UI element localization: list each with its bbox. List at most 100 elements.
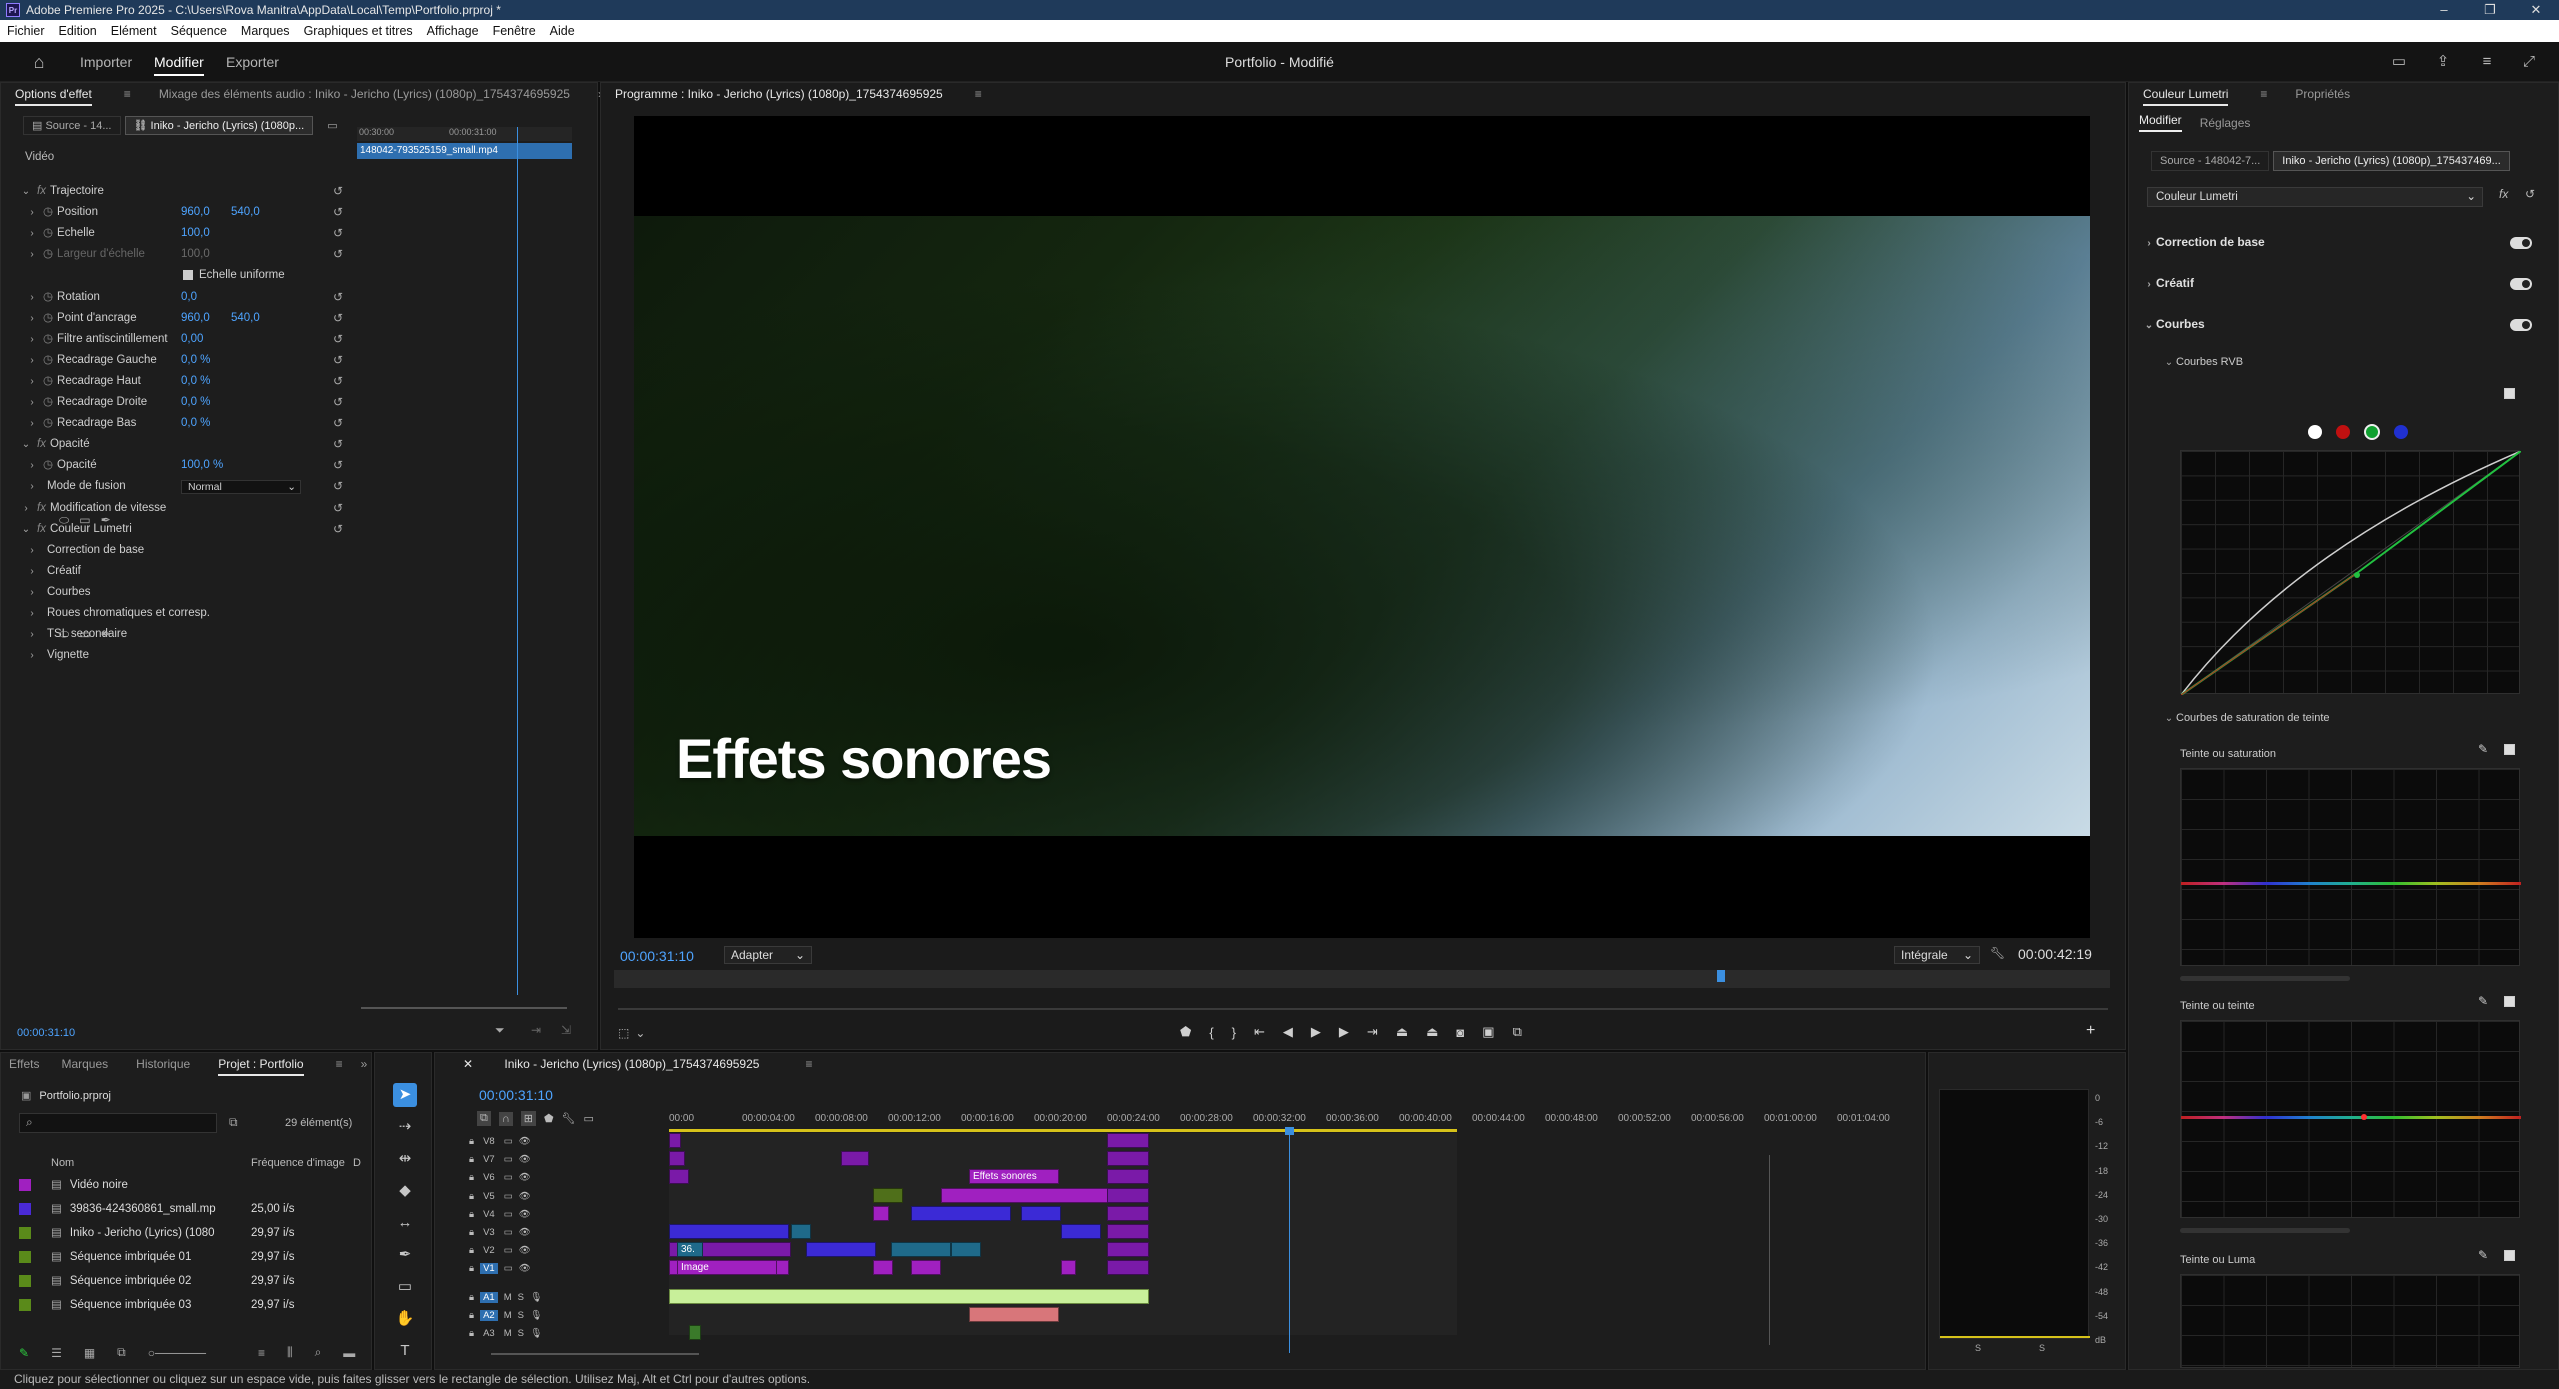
go-to-in-icon[interactable]: ⇤	[1254, 1024, 1265, 1040]
close-icon[interactable]: ✕	[2513, 0, 2559, 20]
graph3-checkbox[interactable]	[2504, 1250, 2515, 1261]
program-playhead[interactable]	[1717, 970, 1726, 982]
timeline-clip[interactable]	[791, 1224, 811, 1239]
linked-icon[interactable]: ⊞	[520, 1111, 536, 1126]
timeline-clip[interactable]	[1107, 1169, 1149, 1185]
reset-icon[interactable]: ↺	[333, 434, 343, 455]
ripple-edit-icon[interactable]: ⇹	[393, 1147, 417, 1171]
mini-zoom-bar[interactable]	[361, 1007, 567, 1009]
menu-fichier[interactable]: Fichier	[0, 24, 52, 38]
marker-icon[interactable]: ⬟	[1180, 1024, 1191, 1040]
timeline-clip[interactable]: 36.	[677, 1242, 703, 1258]
sequence-tab[interactable]: ⛓ Iniko - Jericho (Lyrics) (1080p...	[124, 115, 314, 135]
timeline-zoom-bar[interactable]	[491, 1353, 699, 1355]
program-title[interactable]: Programme : Iniko - Jericho (Lyrics) (10…	[601, 87, 957, 101]
fx-badge-icon[interactable]: fx	[37, 502, 46, 514]
label-color-swatch[interactable]	[19, 1178, 31, 1191]
lock-icon[interactable]: 🔒︎	[469, 1227, 474, 1238]
razor-icon[interactable]: ◆	[393, 1179, 417, 1203]
column-framerate[interactable]: Fréquence d'image	[251, 1157, 345, 1169]
tab-properties[interactable]: Propriétés	[2281, 87, 2364, 101]
effect-value-1[interactable]: 0,00	[181, 329, 203, 350]
eye-icon[interactable]: 👁︎	[519, 1172, 531, 1183]
mic-icon[interactable]: 🎙︎	[530, 1292, 542, 1303]
track-select-icon[interactable]: ⇢	[393, 1115, 417, 1139]
chevron-right-icon[interactable]: ›	[25, 329, 39, 350]
timeline-clip[interactable]	[669, 1133, 681, 1148]
fx-badge-icon[interactable]: fx	[37, 523, 46, 535]
timeline-clip[interactable]	[941, 1187, 1121, 1203]
tab-historique[interactable]: Historique	[122, 1057, 204, 1071]
tab-effect-options[interactable]: Options d'effet	[1, 87, 106, 106]
rect-mask-icon[interactable]: ▭	[79, 627, 90, 642]
graph1-checkbox[interactable]	[2504, 744, 2515, 755]
reset-icon[interactable]: ↺	[333, 329, 343, 350]
panel-menu-icon[interactable]: ≡	[2246, 87, 2281, 101]
captions-icon[interactable]: ▭	[584, 1112, 594, 1125]
timeline-playhead[interactable]	[1289, 1133, 1290, 1353]
audio-clip-a1[interactable]	[669, 1288, 1149, 1304]
track-header[interactable]: 🔒︎ V3 ▭ 👁︎	[459, 1224, 669, 1241]
effect-value-1[interactable]: 0,0	[181, 287, 197, 308]
track-name[interactable]: V5	[480, 1191, 498, 1202]
effect-row[interactable]: › ◷ Recadrage Bas 0,0 % ↺	[1, 413, 343, 434]
pen-mask-icon[interactable]: ✒	[101, 513, 111, 528]
snap-icon[interactable]: ∩	[498, 1111, 513, 1126]
nest-icon[interactable]: ⧉	[477, 1111, 491, 1126]
menu-aide[interactable]: Aide	[543, 24, 582, 38]
find-icon[interactable]: ⌕	[315, 1345, 322, 1360]
track-header[interactable]: 🔒︎ V5 ▭ 👁︎	[459, 1188, 669, 1205]
chevron-right-icon[interactable]: ›	[25, 476, 39, 497]
mute-button[interactable]: M	[504, 1292, 512, 1303]
reset-icon[interactable]: ↺	[333, 392, 343, 413]
timeline-clip[interactable]	[841, 1151, 869, 1167]
effect-row[interactable]: › ◷ Opacité 100,0 % ↺	[1, 455, 343, 476]
chevron-right-icon[interactable]: ›	[25, 244, 39, 265]
track-name[interactable]: V3	[480, 1227, 498, 1238]
effect-row[interactable]: › Courbes	[1, 582, 341, 603]
lock-icon[interactable]: 🔒︎	[469, 1263, 474, 1274]
timeline-clip[interactable]	[1107, 1260, 1149, 1276]
project-item[interactable]: ▤ 39836-424360861_small.mp 25,00 i/s	[19, 1197, 359, 1221]
basic-toggle[interactable]	[2510, 237, 2532, 249]
effect-row[interactable]: › ◷ Largeur d'échelle 100,0 ↺	[1, 244, 343, 265]
track-name[interactable]: V4	[480, 1209, 498, 1220]
column-name[interactable]: Nom	[51, 1157, 74, 1169]
graph2-checkbox[interactable]	[2504, 996, 2515, 1007]
sync-lock-icon[interactable]: ▭	[504, 1136, 513, 1147]
sync-lock-icon[interactable]: ▭	[504, 1227, 513, 1238]
audio-clip-a2[interactable]	[969, 1306, 1059, 1322]
eye-icon[interactable]: 👁︎	[519, 1245, 531, 1256]
lock-icon[interactable]: 🔒︎	[469, 1292, 474, 1303]
overflow-icon[interactable]: »	[357, 1057, 372, 1071]
timeline-clip[interactable]	[806, 1242, 876, 1258]
chevron-right-icon[interactable]: ›	[25, 455, 39, 476]
chevron-right-icon[interactable]: ›	[25, 561, 39, 582]
chevron-right-icon[interactable]: ›	[25, 223, 39, 244]
eye-icon[interactable]: 👁︎	[519, 1209, 531, 1220]
filter-icon[interactable]: ⏷	[495, 1023, 505, 1038]
minimize-icon[interactable]: –	[2421, 0, 2467, 20]
timeline-ruler[interactable]: 00:00 00:00:04:00 00:00:08:00 00:00:12:00 00…	[669, 1111, 1919, 1129]
ec-timecode[interactable]: 00:00:31:10	[17, 1027, 75, 1039]
panel-menu-icon[interactable]: ≡	[110, 87, 145, 101]
fullscreen-icon[interactable]: ⤢	[2520, 53, 2538, 71]
curves-rgb-checkbox[interactable]	[2504, 388, 2515, 399]
hand-icon[interactable]: ✋	[393, 1307, 417, 1331]
mute-button[interactable]: M	[504, 1328, 512, 1339]
go-to-out-icon[interactable]: ⇥	[1367, 1024, 1378, 1040]
sync-lock-icon[interactable]: ▭	[504, 1154, 513, 1165]
graph2-scroll[interactable]	[2180, 1228, 2350, 1233]
fx-icon[interactable]: fx	[2499, 187, 2508, 201]
fx-badge-icon[interactable]: fx	[37, 438, 46, 450]
effect-row[interactable]: › Roues chromatiques et corresp.	[1, 603, 341, 624]
timeline-clip[interactable]	[911, 1260, 941, 1276]
effect-row[interactable]: › ◷ Filtre antiscintillement 0,00 ↺	[1, 329, 343, 350]
effect-row[interactable]: Echelle uniforme	[1, 265, 341, 286]
chevron-down-icon[interactable]: ⌄	[635, 1026, 645, 1040]
track-name[interactable]: V7	[480, 1154, 498, 1165]
stopwatch-icon[interactable]: ◷	[43, 312, 53, 324]
effect-row[interactable]: › ◷ Position 960,0 540,0 ↺	[1, 202, 343, 223]
sync-lock-icon[interactable]: ▭	[504, 1245, 513, 1256]
chevron-right-icon[interactable]: ›	[25, 287, 39, 308]
